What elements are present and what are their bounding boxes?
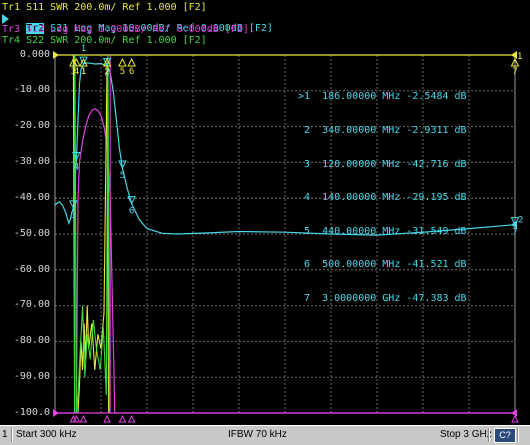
top-marker-7-label: 7 xyxy=(512,67,517,77)
bottom-marker-5 xyxy=(118,414,127,423)
floor-arrow-left xyxy=(53,409,59,417)
divider xyxy=(517,428,519,442)
marker-row: 6 500.00000 MHz -41.521 dB xyxy=(298,259,467,271)
top-marker-5-label: 5 xyxy=(120,67,125,77)
marker-row: 2 340.00000 MHz -2.9311 dB xyxy=(298,125,467,137)
vna-screen: Tr1 S11 SWR 200.0m/ Ref 1.000 [F2] Tr2 S… xyxy=(0,0,530,445)
calibration-status-badge[interactable]: C? xyxy=(494,428,516,443)
ref-arrow-left xyxy=(53,51,59,59)
marker-row: 4 140.00000 MHz -29.195 dB xyxy=(298,192,467,204)
active-marker-label: 1 xyxy=(81,44,86,54)
marker-row: 3 120.00000 MHz -42.716 dB xyxy=(298,158,467,170)
s21-edge-label: 2 xyxy=(518,216,523,226)
marker-5-label: 5 xyxy=(120,171,125,181)
marker-readout-table: >1 186.00000 MHz -2.5484 dB 2 340.00000 … xyxy=(298,69,467,327)
bottom-marker-2 xyxy=(103,414,111,423)
bottom-marker-1 xyxy=(79,414,88,423)
ifbw-setting[interactable]: IFBW 70 kHz xyxy=(228,428,287,442)
top-marker-6-label: 6 xyxy=(129,67,134,77)
divider xyxy=(488,428,490,442)
channel-number: 1 xyxy=(2,429,8,440)
marker-6-triangle xyxy=(127,196,136,205)
floor-arrow-right xyxy=(511,409,517,417)
top-marker-4-label: 4 xyxy=(74,67,79,77)
marker-3-label: 3 xyxy=(71,211,76,221)
bottom-marker-7 xyxy=(511,414,519,423)
top-marker-1-label: 1 xyxy=(81,67,86,77)
marker-4-label: 4 xyxy=(74,163,79,173)
active-trace-pointer xyxy=(2,14,9,24)
marker-row: >1 186.00000 MHz -2.5484 dB xyxy=(298,91,467,103)
status-bar: 1 Start 300 kHz IFBW 70 kHz Stop 3 GHz C… xyxy=(0,425,530,445)
top-marker-5 xyxy=(118,57,127,67)
ref-edge-label: 1 xyxy=(517,52,522,62)
marker-row: 7 3.0000000 GHz -47.383 dB xyxy=(298,293,467,305)
marker-7-label: 7 xyxy=(512,228,517,238)
marker-6-label: 6 xyxy=(129,207,134,217)
top-marker-6 xyxy=(127,57,136,67)
bottom-marker-6 xyxy=(127,414,136,423)
top-marker-2-label: 2 xyxy=(104,67,109,77)
marker-row: 5 440.00000 MHz -31.549 dB xyxy=(298,225,467,237)
start-frequency[interactable]: Start 300 kHz xyxy=(16,428,77,442)
stop-frequency[interactable]: Stop 3 GHz xyxy=(440,428,492,442)
divider xyxy=(11,428,13,442)
